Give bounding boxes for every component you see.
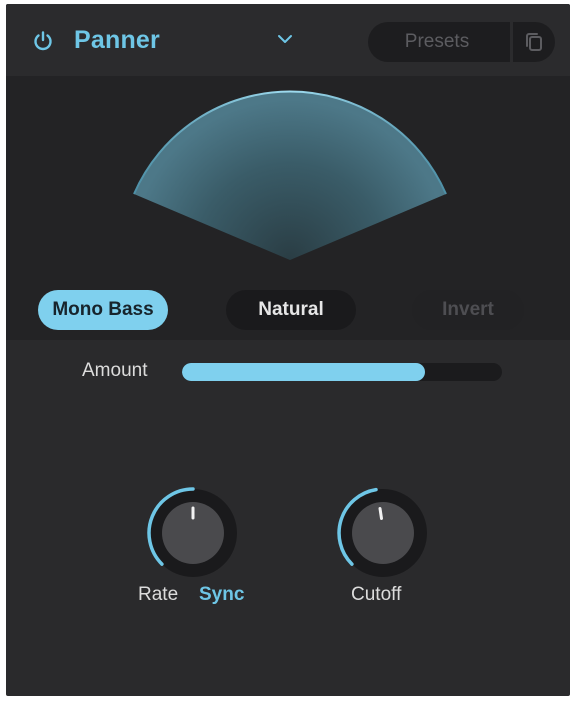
sync-toggle[interactable]: Sync [199,584,244,606]
copy-button[interactable] [513,22,555,62]
cutoff-label: Cutoff [351,584,402,605]
copy-icon [526,33,542,51]
rate-knob[interactable] [143,483,243,583]
amount-slider[interactable] [182,363,502,381]
stereo-field-fan[interactable] [134,91,446,260]
mono-bass-button[interactable]: Mono Bass [38,290,168,330]
presets-selector[interactable]: Presets [368,22,510,62]
amount-slider-fill [182,363,426,381]
power-icon[interactable] [32,30,54,52]
panner-plugin-panel: Panner Presets Mono Bass Natural Invert … [6,4,570,696]
amount-label: Amount [82,360,148,381]
rate-label: Rate [138,584,179,605]
chevron-down-icon[interactable] [276,32,294,46]
plugin-title: Panner [74,26,160,54]
header-bar: Panner Presets [6,4,570,76]
natural-button[interactable]: Natural [226,290,356,330]
panner-visualizer: Mono Bass Natural Invert [6,76,570,340]
cutoff-knob[interactable] [333,483,433,583]
invert-button[interactable]: Invert [412,290,524,330]
